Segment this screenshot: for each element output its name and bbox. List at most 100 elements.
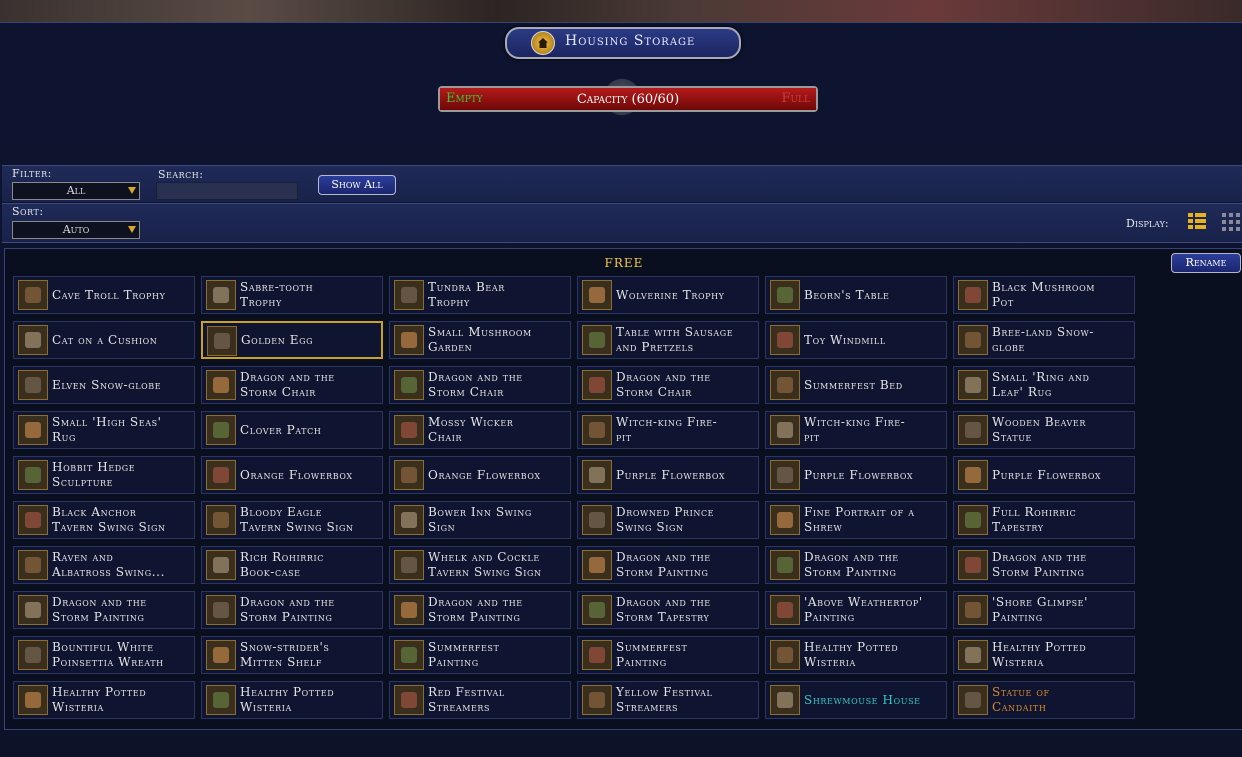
rename-button[interactable]: Rename	[1171, 253, 1241, 273]
item-slot[interactable]: Cave Troll Trophy	[13, 276, 195, 314]
item-slot[interactable]: Healthy Potted Wisteria	[765, 636, 947, 674]
item-slot[interactable]: Snow-strider's Mitten Shelf	[201, 636, 383, 674]
item-slot[interactable]: 'Shore Glimpse' Painting	[953, 591, 1135, 629]
item-name: Fine Portrait of a Shrew	[804, 505, 915, 534]
item-slot[interactable]: Small 'High Seas' Rug	[13, 411, 195, 449]
item-slot[interactable]: Full Rohirric Tapestry	[953, 501, 1135, 539]
item-name: 'Above Weathertop' Painting	[804, 595, 923, 624]
item-icon	[582, 505, 612, 535]
item-icon	[958, 415, 988, 445]
item-slot[interactable]: Bower Inn Swing Sign	[389, 501, 571, 539]
item-slot[interactable]: Orange Flowerbox	[201, 456, 383, 494]
item-slot[interactable]: Clover Patch	[201, 411, 383, 449]
item-slot[interactable]: Hobbit Hedge Sculpture	[13, 456, 195, 494]
item-slot[interactable]: Drowned Prince Swing Sign	[577, 501, 759, 539]
item-slot[interactable]: Sabre-tooth Trophy	[201, 276, 383, 314]
item-name: Bloody Eagle Tavern Swing Sign	[240, 505, 354, 534]
item-icon	[582, 415, 612, 445]
item-name: Witch-king Fire- pit	[804, 415, 906, 444]
item-slot[interactable]: Dragon and the Storm Painting	[765, 546, 947, 584]
item-slot[interactable]: Rich Rohirric Book-case	[201, 546, 383, 584]
item-slot[interactable]: Dragon and the Storm Tapestry	[577, 591, 759, 629]
item-slot[interactable]: Witch-king Fire- pit	[765, 411, 947, 449]
item-slot[interactable]: Cat on a Cushion	[13, 321, 195, 359]
grid-view-icon[interactable]	[1222, 213, 1240, 231]
search-input[interactable]	[156, 182, 298, 200]
item-slot[interactable]: Elven Snow-globe	[13, 366, 195, 404]
window-title-plate[interactable]: Housing Storage	[505, 27, 741, 59]
item-name: Whelk and Cockle Tavern Swing Sign	[428, 550, 542, 579]
item-slot[interactable]: Summerfest Bed	[765, 366, 947, 404]
capacity-bar: Empty Capacity (60/60) Full	[438, 86, 818, 112]
item-slot[interactable]: Orange Flowerbox	[389, 456, 571, 494]
item-name: Summerfest Painting	[616, 640, 688, 669]
item-name: Bree-land Snow- globe	[992, 325, 1094, 354]
item-slot[interactable]: Dragon and the Storm Chair	[577, 366, 759, 404]
item-slot[interactable]: Table with Sausage and Pretzels	[577, 321, 759, 359]
item-slot[interactable]: Yellow Festival Streamers	[577, 681, 759, 719]
item-slot[interactable]: Wolverine Trophy	[577, 276, 759, 314]
item-slot[interactable]: Raven and Albatross Swing...	[13, 546, 195, 584]
list-view-icon[interactable]	[1188, 213, 1206, 231]
item-slot[interactable]: Dragon and the Storm Painting	[201, 591, 383, 629]
item-icon	[18, 595, 48, 625]
item-slot[interactable]: Dragon and the Storm Chair	[389, 366, 571, 404]
item-slot[interactable]: Bree-land Snow- globe	[953, 321, 1135, 359]
item-slot[interactable]: Bountiful White Poinsettia Wreath	[13, 636, 195, 674]
item-slot[interactable]: Healthy Potted Wisteria	[201, 681, 383, 719]
item-slot[interactable]: Wooden Beaver Statue	[953, 411, 1135, 449]
item-slot[interactable]: Black Mushroom Pot	[953, 276, 1135, 314]
item-name: Purple Flowerbox	[804, 467, 914, 482]
item-name: Shrewmouse House	[804, 692, 921, 707]
item-slot[interactable]: Red Festival Streamers	[389, 681, 571, 719]
item-name: Hobbit Hedge Sculpture	[52, 460, 136, 489]
filter-dropdown[interactable]: All	[12, 182, 140, 200]
item-slot[interactable]: Tundra Bear Trophy	[389, 276, 571, 314]
item-slot[interactable]: Dragon and the Storm Painting	[389, 591, 571, 629]
item-slot[interactable]: Dragon and the Storm Painting	[953, 546, 1135, 584]
item-slot[interactable]: Fine Portrait of a Shrew	[765, 501, 947, 539]
item-slot[interactable]: 'Above Weathertop' Painting	[765, 591, 947, 629]
item-slot[interactable]: Purple Flowerbox	[953, 456, 1135, 494]
house-icon	[531, 31, 555, 55]
item-slot[interactable]: Golden Egg	[201, 321, 383, 359]
item-slot[interactable]: Dragon and the Storm Chair	[201, 366, 383, 404]
item-icon	[582, 550, 612, 580]
item-icon	[582, 280, 612, 310]
item-slot[interactable]: Purple Flowerbox	[577, 456, 759, 494]
item-slot[interactable]: Small Mushroom Garden	[389, 321, 571, 359]
item-name: Summerfest Bed	[804, 377, 903, 392]
item-slot[interactable]: Healthy Potted Wisteria	[953, 636, 1135, 674]
item-slot[interactable]: Statue of Candaith	[953, 681, 1135, 719]
item-icon	[582, 370, 612, 400]
item-icon	[206, 280, 236, 310]
item-slot[interactable]: Beorn's Table	[765, 276, 947, 314]
item-icon	[958, 640, 988, 670]
item-slot[interactable]: Dragon and the Storm Painting	[13, 591, 195, 629]
item-slot[interactable]: Witch-king Fire- pit	[577, 411, 759, 449]
item-slot[interactable]: Dragon and the Storm Painting	[577, 546, 759, 584]
item-slot[interactable]: Bloody Eagle Tavern Swing Sign	[201, 501, 383, 539]
item-slot[interactable]: Whelk and Cockle Tavern Swing Sign	[389, 546, 571, 584]
item-icon	[582, 460, 612, 490]
sort-dropdown[interactable]: Auto	[12, 221, 140, 239]
item-slot[interactable]: Black Anchor Tavern Swing Sign	[13, 501, 195, 539]
item-name: Beorn's Table	[804, 287, 890, 302]
item-name: Summerfest Painting	[428, 640, 500, 669]
item-slot[interactable]: Summerfest Painting	[389, 636, 571, 674]
item-slot[interactable]: Mossy Wicker Chair	[389, 411, 571, 449]
item-name: Dragon and the Storm Painting	[240, 595, 335, 624]
item-name: Witch-king Fire- pit	[616, 415, 718, 444]
show-all-button[interactable]: Show All	[318, 175, 396, 195]
item-slot[interactable]: Summerfest Painting	[577, 636, 759, 674]
item-slot[interactable]: Small 'Ring and Leaf' Rug	[953, 366, 1135, 404]
item-slot[interactable]: Purple Flowerbox	[765, 456, 947, 494]
item-slot[interactable]: Toy Windmill	[765, 321, 947, 359]
item-name: Clover Patch	[240, 422, 322, 437]
group-title: FREE	[604, 256, 644, 270]
item-name: Dragon and the Storm Chair	[240, 370, 335, 399]
item-name: Black Mushroom Pot	[992, 280, 1096, 309]
item-slot[interactable]: Healthy Potted Wisteria	[13, 681, 195, 719]
item-name: Wooden Beaver Statue	[992, 415, 1086, 444]
item-slot[interactable]: Shrewmouse House	[765, 681, 947, 719]
